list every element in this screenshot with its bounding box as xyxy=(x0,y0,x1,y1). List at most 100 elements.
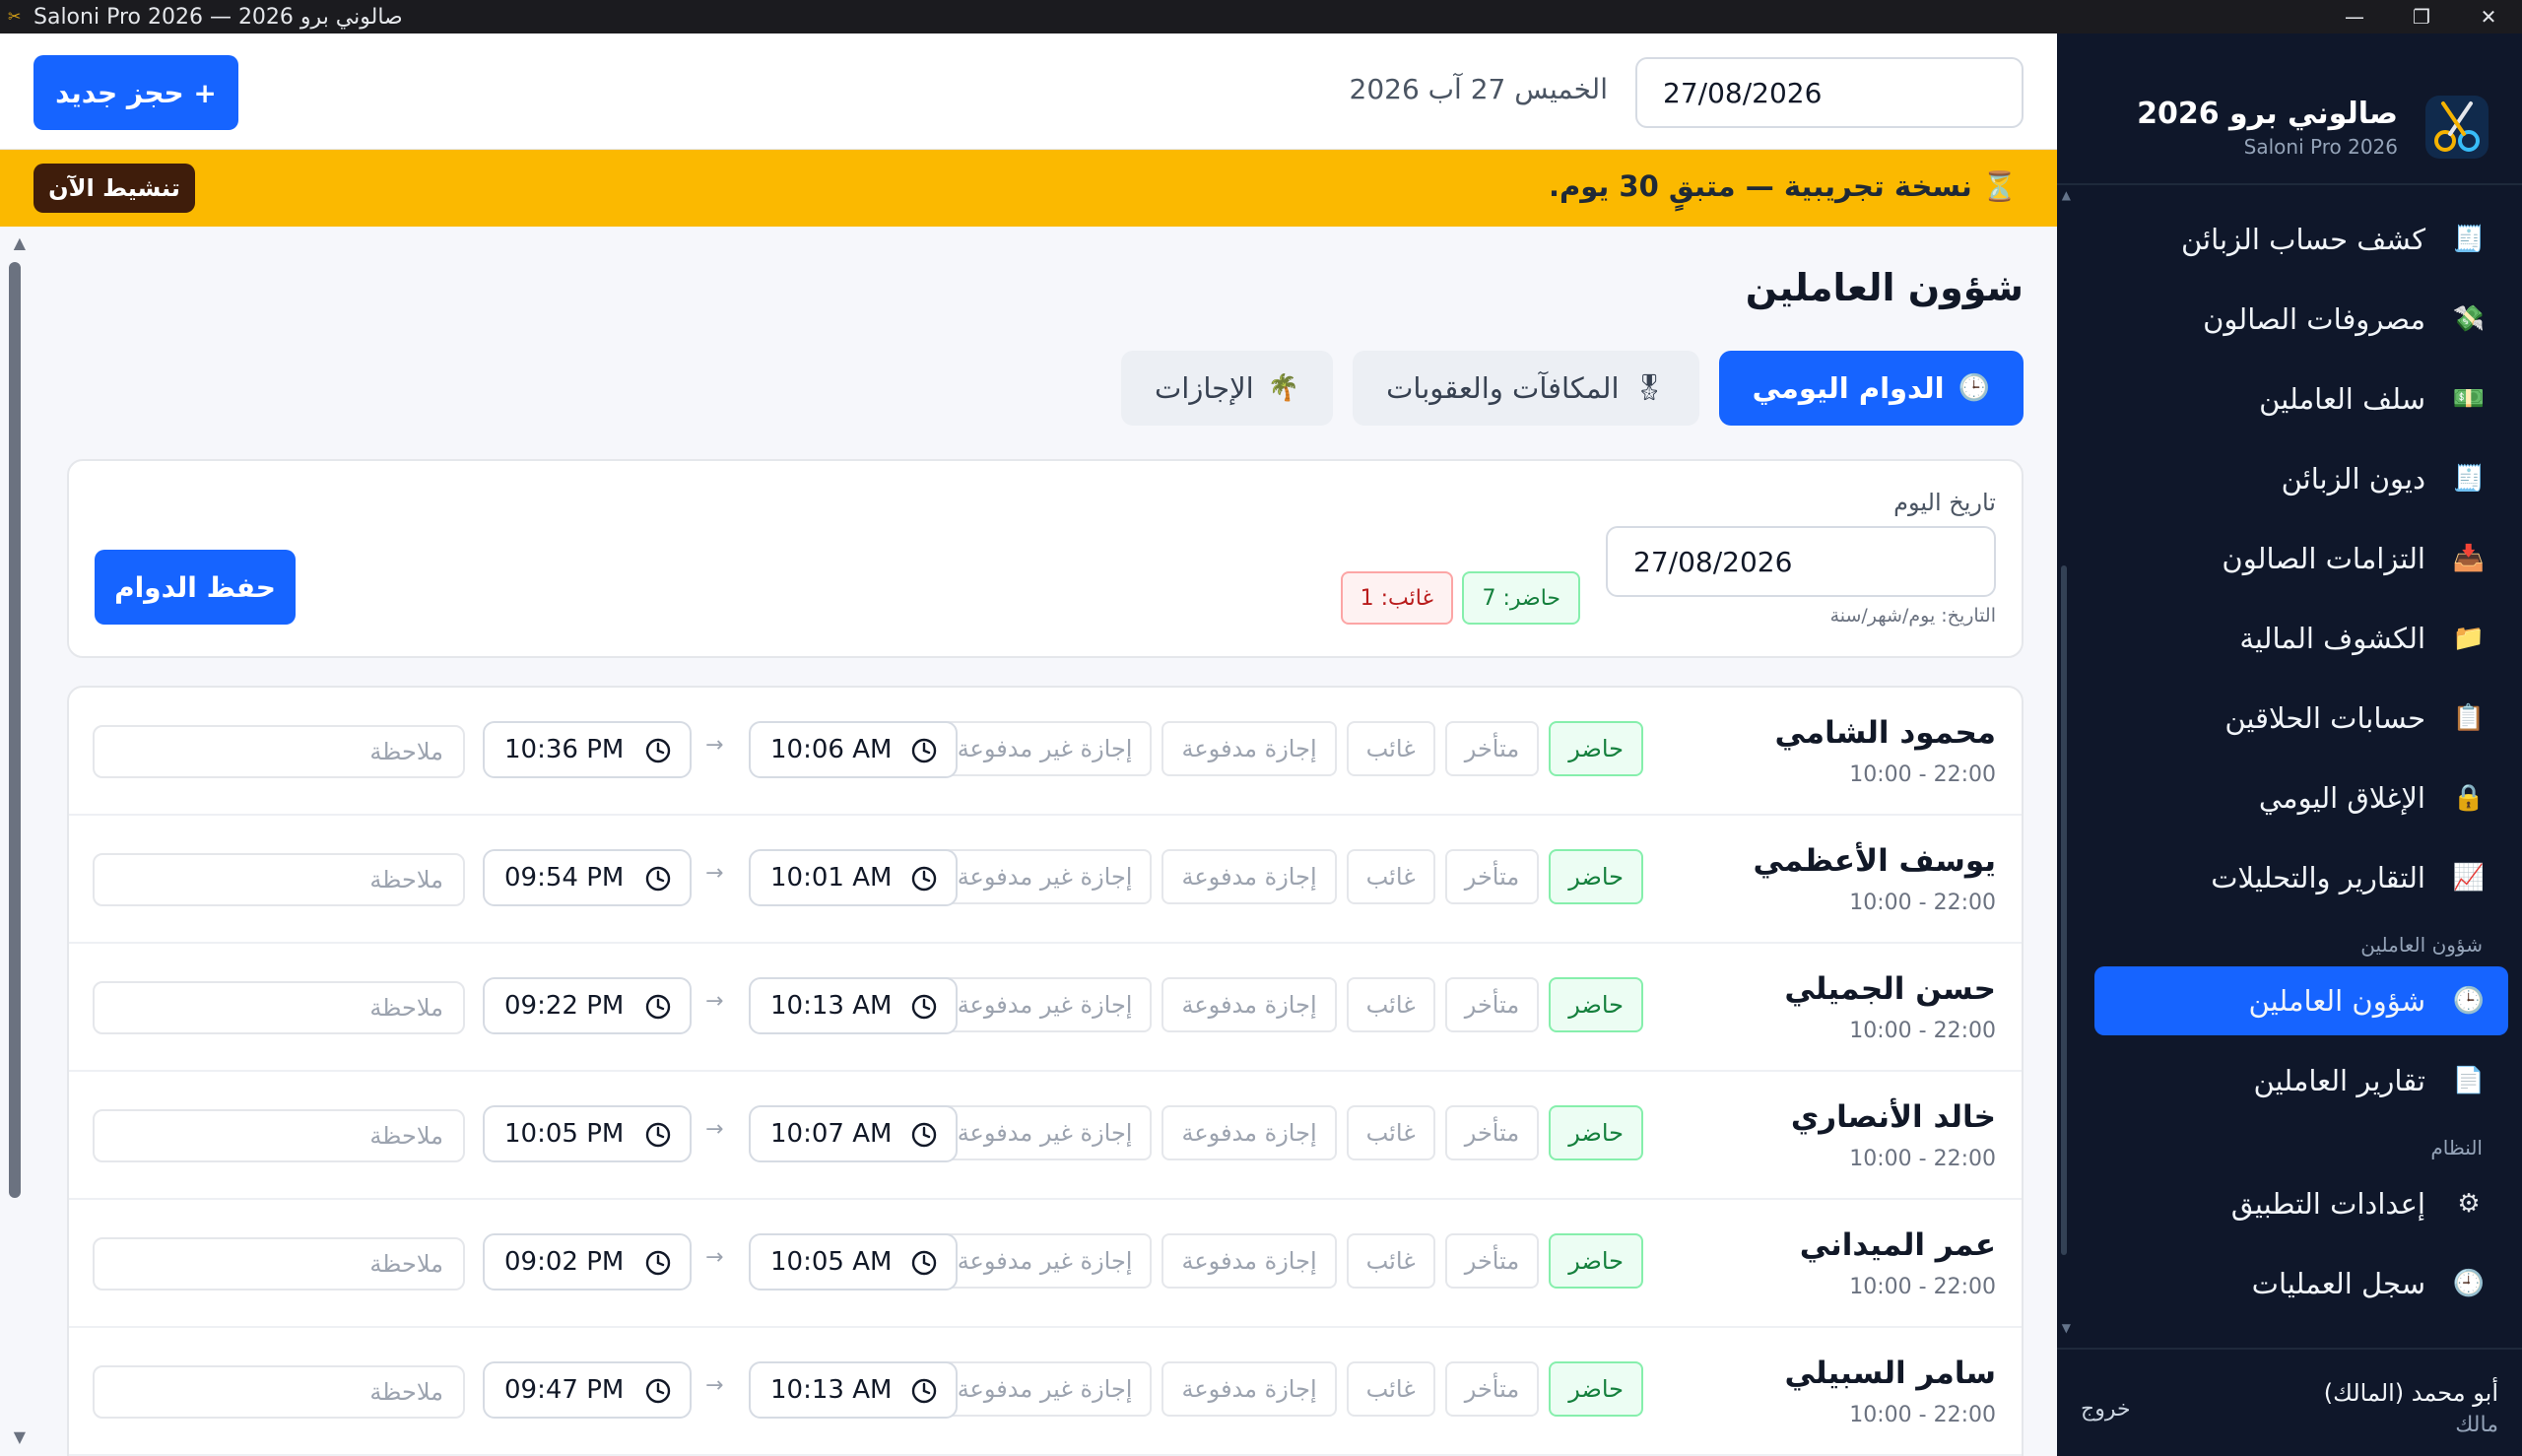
sidebar-item-obligations[interactable]: 📥 التزامات الصالون xyxy=(2094,524,2508,593)
sidebar-item-client-statement[interactable]: 🧾 كشف حساب الزبائن xyxy=(2094,205,2508,274)
main-scrollbar[interactable] xyxy=(9,262,21,1198)
check-in-value: 10:07 AM xyxy=(770,1119,893,1149)
check-out-value: 09:47 PM xyxy=(504,1375,625,1405)
sidebar-item-daily-close[interactable]: 🔒 الإغلاق اليومي xyxy=(2094,763,2508,832)
sidebar-scrollbar[interactable] xyxy=(2061,565,2067,1255)
status-option[interactable]: إجازة غير مدفوعة xyxy=(937,1105,1153,1160)
tab-rewards-penalties[interactable]: 🎖 المكافآت والعقوبات xyxy=(1353,351,1699,426)
save-attendance-button[interactable]: حفظ الدوام xyxy=(95,550,296,625)
sidebar-item-worker-reports[interactable]: 📄 تقارير العاملين xyxy=(2094,1046,2508,1115)
status-options: حاضر متأخر غائب إجازة مدفوعة إجازة غير مدفوع… xyxy=(937,1105,1643,1160)
status-option[interactable]: حاضر xyxy=(1549,977,1643,1032)
status-option[interactable]: إجازة غير مدفوعة xyxy=(937,977,1153,1032)
status-option[interactable]: غائب xyxy=(1346,1105,1435,1160)
check-out-time[interactable]: 09:47 PM xyxy=(483,1361,692,1419)
tab-leaves[interactable]: 🌴 الإجازات xyxy=(1120,351,1334,426)
status-option[interactable]: متأخر xyxy=(1444,721,1540,776)
status-option[interactable]: متأخر xyxy=(1444,1361,1540,1417)
sidebar-item-label: حسابات الحلاقين xyxy=(2224,701,2425,735)
attendance-date-input[interactable] xyxy=(1606,526,1996,597)
status-option[interactable]: غائب xyxy=(1346,1233,1435,1289)
note-input[interactable]: ملاحظة xyxy=(93,853,465,906)
check-in-value: 10:13 AM xyxy=(770,1375,893,1405)
sidebar-section-system: النظام xyxy=(2430,1136,2483,1159)
status-option[interactable]: حاضر xyxy=(1549,1233,1643,1289)
status-option[interactable]: متأخر xyxy=(1444,1105,1540,1160)
status-option[interactable]: إجازة مدفوعة xyxy=(1161,1233,1337,1289)
sidebar-item-financial-statements[interactable]: 📁 الكشوف المالية xyxy=(2094,604,2508,673)
main-scroll-up-icon[interactable]: ▲ xyxy=(6,235,26,251)
main-scroll-down-icon[interactable]: ▼ xyxy=(6,1429,26,1445)
check-out-value: 10:05 PM xyxy=(504,1119,625,1149)
clock-icon xyxy=(911,866,937,892)
minimize-button[interactable]: — xyxy=(2321,0,2388,33)
sidebar-item-label: مصروفات الصالون xyxy=(2203,302,2425,336)
note-input[interactable]: ملاحظة xyxy=(93,981,465,1034)
status-option[interactable]: إجازة مدفوعة xyxy=(1161,721,1337,776)
check-out-time[interactable]: 09:02 PM xyxy=(483,1233,692,1291)
status-option[interactable]: إجازة مدفوعة xyxy=(1161,1361,1337,1417)
status-option[interactable]: إجازة مدفوعة xyxy=(1161,849,1337,904)
sidebar-item-workers[interactable]: 🕒 شؤون العاملين xyxy=(2094,966,2508,1035)
note-input[interactable]: ملاحظة xyxy=(93,1365,465,1419)
status-option[interactable]: حاضر xyxy=(1549,849,1643,904)
table-row: سامر السبيلي 10:00 - 22:00 حاضر متأخر غائب إج… xyxy=(69,1328,2022,1456)
note-input[interactable]: ملاحظة xyxy=(93,725,465,778)
check-in-time[interactable]: 10:05 AM xyxy=(749,1233,958,1291)
note-input[interactable]: ملاحظة xyxy=(93,1109,465,1162)
note-input[interactable]: ملاحظة xyxy=(93,1237,465,1291)
sidebar-item-client-debts[interactable]: 🧾 ديون الزبائن xyxy=(2094,444,2508,513)
sidebar-item-reports[interactable]: 📈 التقارير والتحليلات xyxy=(2094,843,2508,912)
close-button[interactable]: ✕ xyxy=(2455,0,2522,33)
history-icon: 🕘 xyxy=(2452,1269,2486,1298)
check-out-time[interactable]: 09:22 PM xyxy=(483,977,692,1034)
check-out-time[interactable]: 09:54 PM xyxy=(483,849,692,906)
today-label: الخميس 27 آب 2026 xyxy=(1349,73,1608,105)
check-in-value: 10:13 AM xyxy=(770,991,893,1021)
status-option[interactable]: متأخر xyxy=(1444,977,1540,1032)
sidebar-item-expenses[interactable]: 💸 مصروفات الصالون xyxy=(2094,285,2508,354)
status-option[interactable]: إجازة غير مدفوعة xyxy=(937,1361,1153,1417)
check-in-value: 10:06 AM xyxy=(770,735,893,764)
status-option[interactable]: غائب xyxy=(1346,1361,1435,1417)
topbar-date-input[interactable] xyxy=(1635,57,2024,128)
sidebar-item-activity-log[interactable]: 🕘 سجل العمليات xyxy=(2094,1249,2508,1318)
check-out-time[interactable]: 10:05 PM xyxy=(483,1105,692,1162)
check-in-time[interactable]: 10:13 AM xyxy=(749,977,958,1034)
status-option[interactable]: إجازة مدفوعة xyxy=(1161,977,1337,1032)
sidebar-item-advances[interactable]: 💵 سلف العاملين xyxy=(2094,364,2508,433)
new-booking-button[interactable]: + حجز جديد xyxy=(33,55,238,130)
status-option[interactable]: إجازة غير مدفوعة xyxy=(937,849,1153,904)
status-option[interactable]: إجازة غير مدفوعة xyxy=(937,1233,1153,1289)
check-in-time[interactable]: 10:07 AM xyxy=(749,1105,958,1162)
status-option[interactable]: غائب xyxy=(1346,977,1435,1032)
status-option[interactable]: غائب xyxy=(1346,849,1435,904)
check-in-time[interactable]: 10:06 AM xyxy=(749,721,958,778)
sidebar-scroll-up-icon[interactable]: ▲ xyxy=(2059,189,2071,201)
status-option[interactable]: إجازة مدفوعة xyxy=(1161,1105,1337,1160)
sidebar-item-label: تقارير العاملين xyxy=(2253,1064,2425,1097)
status-option[interactable]: حاضر xyxy=(1549,1361,1643,1417)
logout-button[interactable]: خروج xyxy=(2081,1397,2131,1422)
status-option[interactable]: حاضر xyxy=(1549,721,1643,776)
status-option[interactable]: غائب xyxy=(1346,721,1435,776)
activate-button[interactable]: تنشيط الآن xyxy=(33,164,195,213)
sidebar-item-settings[interactable]: ⚙ إعدادات التطبيق xyxy=(2094,1169,2508,1238)
sidebar-item-barber-accounts[interactable]: 📋 حسابات الحلاقين xyxy=(2094,684,2508,753)
check-in-time[interactable]: 10:01 AM xyxy=(749,849,958,906)
status-option[interactable]: حاضر xyxy=(1549,1105,1643,1160)
maximize-button[interactable]: ❐ xyxy=(2388,0,2455,33)
tab-daily-attendance[interactable]: 🕒 الدوام اليومي xyxy=(1718,351,2024,426)
brand-subtitle: Saloni Pro 2026 xyxy=(2243,134,2398,159)
sidebar-scroll-down-icon[interactable]: ▼ xyxy=(2059,1322,2071,1334)
employee-name: يوسف الأعظمي xyxy=(1753,843,1996,879)
check-out-time[interactable]: 10:36 PM xyxy=(483,721,692,778)
medal-icon: 🎖 xyxy=(1632,373,1666,403)
user-name: أبو محمد (المالك) xyxy=(2323,1379,2498,1407)
check-in-time[interactable]: 10:13 AM xyxy=(749,1361,958,1419)
status-options: حاضر متأخر غائب إجازة مدفوعة إجازة غير مدفوع… xyxy=(937,1361,1643,1417)
status-option[interactable]: متأخر xyxy=(1444,849,1540,904)
status-option[interactable]: متأخر xyxy=(1444,1233,1540,1289)
status-option[interactable]: إجازة غير مدفوعة xyxy=(937,721,1153,776)
tab-label: الإجازات xyxy=(1154,371,1254,405)
